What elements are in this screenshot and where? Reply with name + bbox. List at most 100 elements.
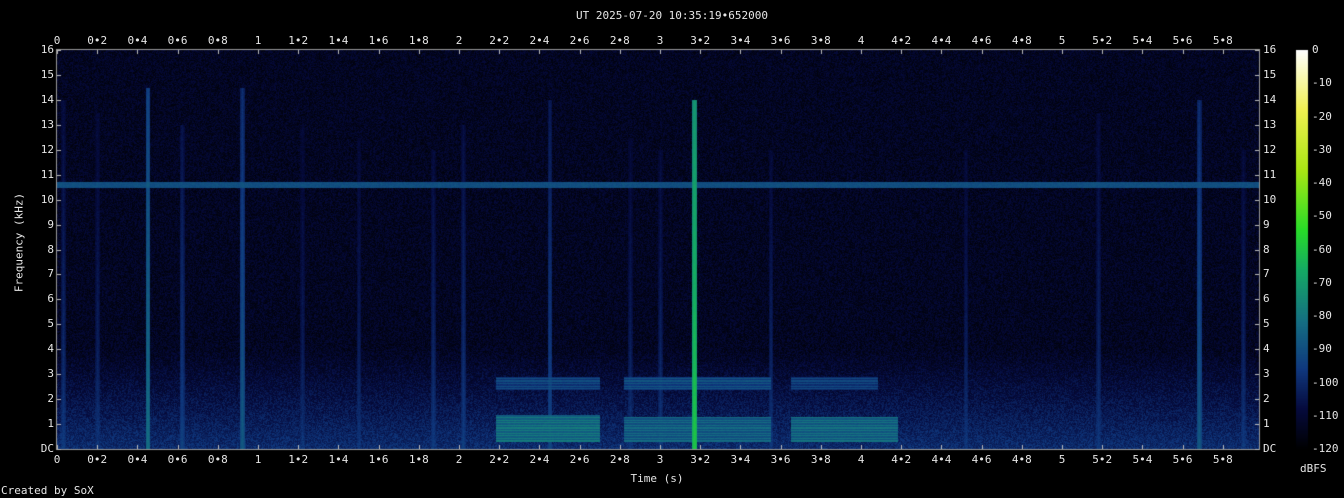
y-tick-label-right: 5 xyxy=(1263,317,1270,331)
y-tick-label-left: 5 xyxy=(47,317,54,331)
x-tick-label-top: 0•6 xyxy=(167,34,188,47)
x-tick-label-bottom: 2•8 xyxy=(609,453,630,466)
y-tick-label-right: 15 xyxy=(1263,67,1277,81)
y-tick-label-left: 9 xyxy=(47,217,54,231)
x-tick-label-top: 5•8 xyxy=(1212,34,1233,47)
y-tick-label-right: 2 xyxy=(1263,392,1270,406)
colorbar-tick-label: -10 xyxy=(1312,76,1332,90)
x-tick-label-top: 4•8 xyxy=(1011,34,1032,47)
y-tick-label-left: 12 xyxy=(40,142,54,156)
colorbar-tick-label: -20 xyxy=(1312,109,1332,123)
y-tick-label-right: 7 xyxy=(1263,267,1270,281)
x-tick-label-bottom: 1•6 xyxy=(368,453,389,466)
colorbar-tick-label: -90 xyxy=(1312,342,1332,356)
y-tick-label-right: DC xyxy=(1263,442,1277,455)
x-tick-label-top: 3•4 xyxy=(730,34,751,47)
y-tick-label-left: 10 xyxy=(40,192,54,206)
x-tick-label-top: 1•6 xyxy=(368,34,389,47)
colorbar-tick-label: -70 xyxy=(1312,275,1332,289)
colorbar-tick-label: -50 xyxy=(1312,209,1332,223)
colorbar-tick-label: -110 xyxy=(1312,408,1339,422)
y-tick-label-left: 11 xyxy=(40,167,54,181)
x-tick-label-top: 1•2 xyxy=(288,34,309,47)
x-tick-label-bottom: 0•8 xyxy=(207,453,228,466)
x-tick-label-bottom: 0•6 xyxy=(167,453,188,466)
x-tick-label-top: 5 xyxy=(1058,34,1066,47)
x-axis-label: Time (s) xyxy=(630,472,684,485)
x-tick-label-top: 4 xyxy=(857,34,865,47)
x-tick-label-bottom: 3•2 xyxy=(690,453,711,466)
y-tick-label-right: 13 xyxy=(1263,117,1277,131)
x-tick-label-top: 2•2 xyxy=(489,34,510,47)
y-tick-label-left: 6 xyxy=(47,292,54,306)
x-tick-label-bottom: 1•2 xyxy=(288,453,309,466)
x-tick-label-bottom: 4 xyxy=(857,453,865,466)
x-tick-label-top: 1•4 xyxy=(328,34,349,47)
y-tick-label-right: 12 xyxy=(1263,142,1277,156)
x-tick-label-top: 5•2 xyxy=(1092,34,1113,47)
x-tick-label-bottom: 2•2 xyxy=(489,453,510,466)
x-tick-label-bottom: 3•6 xyxy=(770,453,791,466)
chart-title: UT 2025-07-20 10:35:19•652000 xyxy=(575,9,769,22)
x-tick-label-bottom: 1 xyxy=(254,453,262,466)
x-tick-label-bottom: 4•6 xyxy=(971,453,992,466)
x-tick-label-bottom: 2•4 xyxy=(529,453,550,466)
x-tick-label-bottom: 2 xyxy=(455,453,463,466)
x-tick-label-bottom: 3 xyxy=(656,453,664,466)
y-tick-label-left: 16 xyxy=(40,43,54,56)
y-tick-label-right: 8 xyxy=(1263,242,1270,256)
y-tick-label-right: 4 xyxy=(1263,342,1270,356)
colorbar-tick-label: -100 xyxy=(1312,375,1339,389)
colorbar-tick-label: 0 xyxy=(1312,43,1319,56)
x-tick-label-top: 1 xyxy=(254,34,262,47)
y-tick-label-left: 3 xyxy=(47,367,54,381)
x-tick-label-bottom: 5•2 xyxy=(1092,453,1113,466)
x-tick-label-bottom: 5•4 xyxy=(1132,453,1153,466)
y-tick-label-left: 7 xyxy=(47,267,54,281)
y-tick-label-left: 1 xyxy=(47,417,54,431)
x-tick-label-bottom: 4•8 xyxy=(1011,453,1032,466)
x-tick-label-top: 2 xyxy=(455,34,463,47)
colorbar-unit-label: dBFS xyxy=(1300,462,1327,475)
y-tick-label-right: 16 xyxy=(1263,43,1277,56)
colorbar-tick-label: -120 xyxy=(1312,442,1339,455)
y-tick-label-left: 4 xyxy=(47,342,54,356)
x-tick-label-top: 4•6 xyxy=(971,34,992,47)
x-tick-label-top: 3 xyxy=(656,34,664,47)
x-tick-label-bottom: 3•8 xyxy=(810,453,831,466)
y-tick-label-left: DC xyxy=(40,442,54,455)
x-tick-label-top: 3•8 xyxy=(810,34,831,47)
x-tick-label-top: 3•2 xyxy=(690,34,711,47)
x-tick-label-bottom: 0•4 xyxy=(127,453,148,466)
y-tick-label-right: 3 xyxy=(1263,367,1270,381)
y-tick-label-right: 10 xyxy=(1263,192,1277,206)
x-tick-label-top: 4•4 xyxy=(931,34,952,47)
x-tick-label-top: 3•6 xyxy=(770,34,791,47)
x-tick-label-bottom: 5•6 xyxy=(1172,453,1193,466)
spectrogram-canvas xyxy=(0,0,1344,498)
y-tick-label-right: 9 xyxy=(1263,217,1270,231)
x-tick-label-bottom: 0•2 xyxy=(87,453,108,466)
colorbar-tick-label: -60 xyxy=(1312,242,1332,256)
x-tick-label-bottom: 5 xyxy=(1058,453,1066,466)
y-tick-label-left: 14 xyxy=(40,92,54,106)
y-tick-label-left: 2 xyxy=(47,392,54,406)
colorbar-tick-label: -80 xyxy=(1312,309,1332,322)
x-tick-label-top: 1•8 xyxy=(408,34,429,47)
x-tick-label-top: 0•8 xyxy=(207,34,228,47)
x-tick-label-bottom: 3•4 xyxy=(730,453,751,466)
x-tick-label-top: 2•4 xyxy=(529,34,550,47)
credit-text: Created by SoX xyxy=(1,484,94,497)
x-tick-label-top: 0•2 xyxy=(87,34,108,47)
colorbar-tick-label: -30 xyxy=(1312,142,1332,156)
x-tick-label-top: 2•8 xyxy=(609,34,630,47)
x-tick-label-bottom: 5•8 xyxy=(1212,453,1233,466)
y-tick-label-left: 8 xyxy=(47,242,54,256)
y-tick-label-right: 11 xyxy=(1263,167,1277,181)
x-tick-label-bottom: 2•6 xyxy=(569,453,590,466)
y-tick-label-right: 1 xyxy=(1263,417,1270,431)
y-tick-label-left: 15 xyxy=(40,67,54,81)
x-tick-label-top: 5•4 xyxy=(1132,34,1153,47)
y-tick-label-left: 13 xyxy=(40,117,54,131)
x-tick-label-top: 5•6 xyxy=(1172,34,1193,47)
